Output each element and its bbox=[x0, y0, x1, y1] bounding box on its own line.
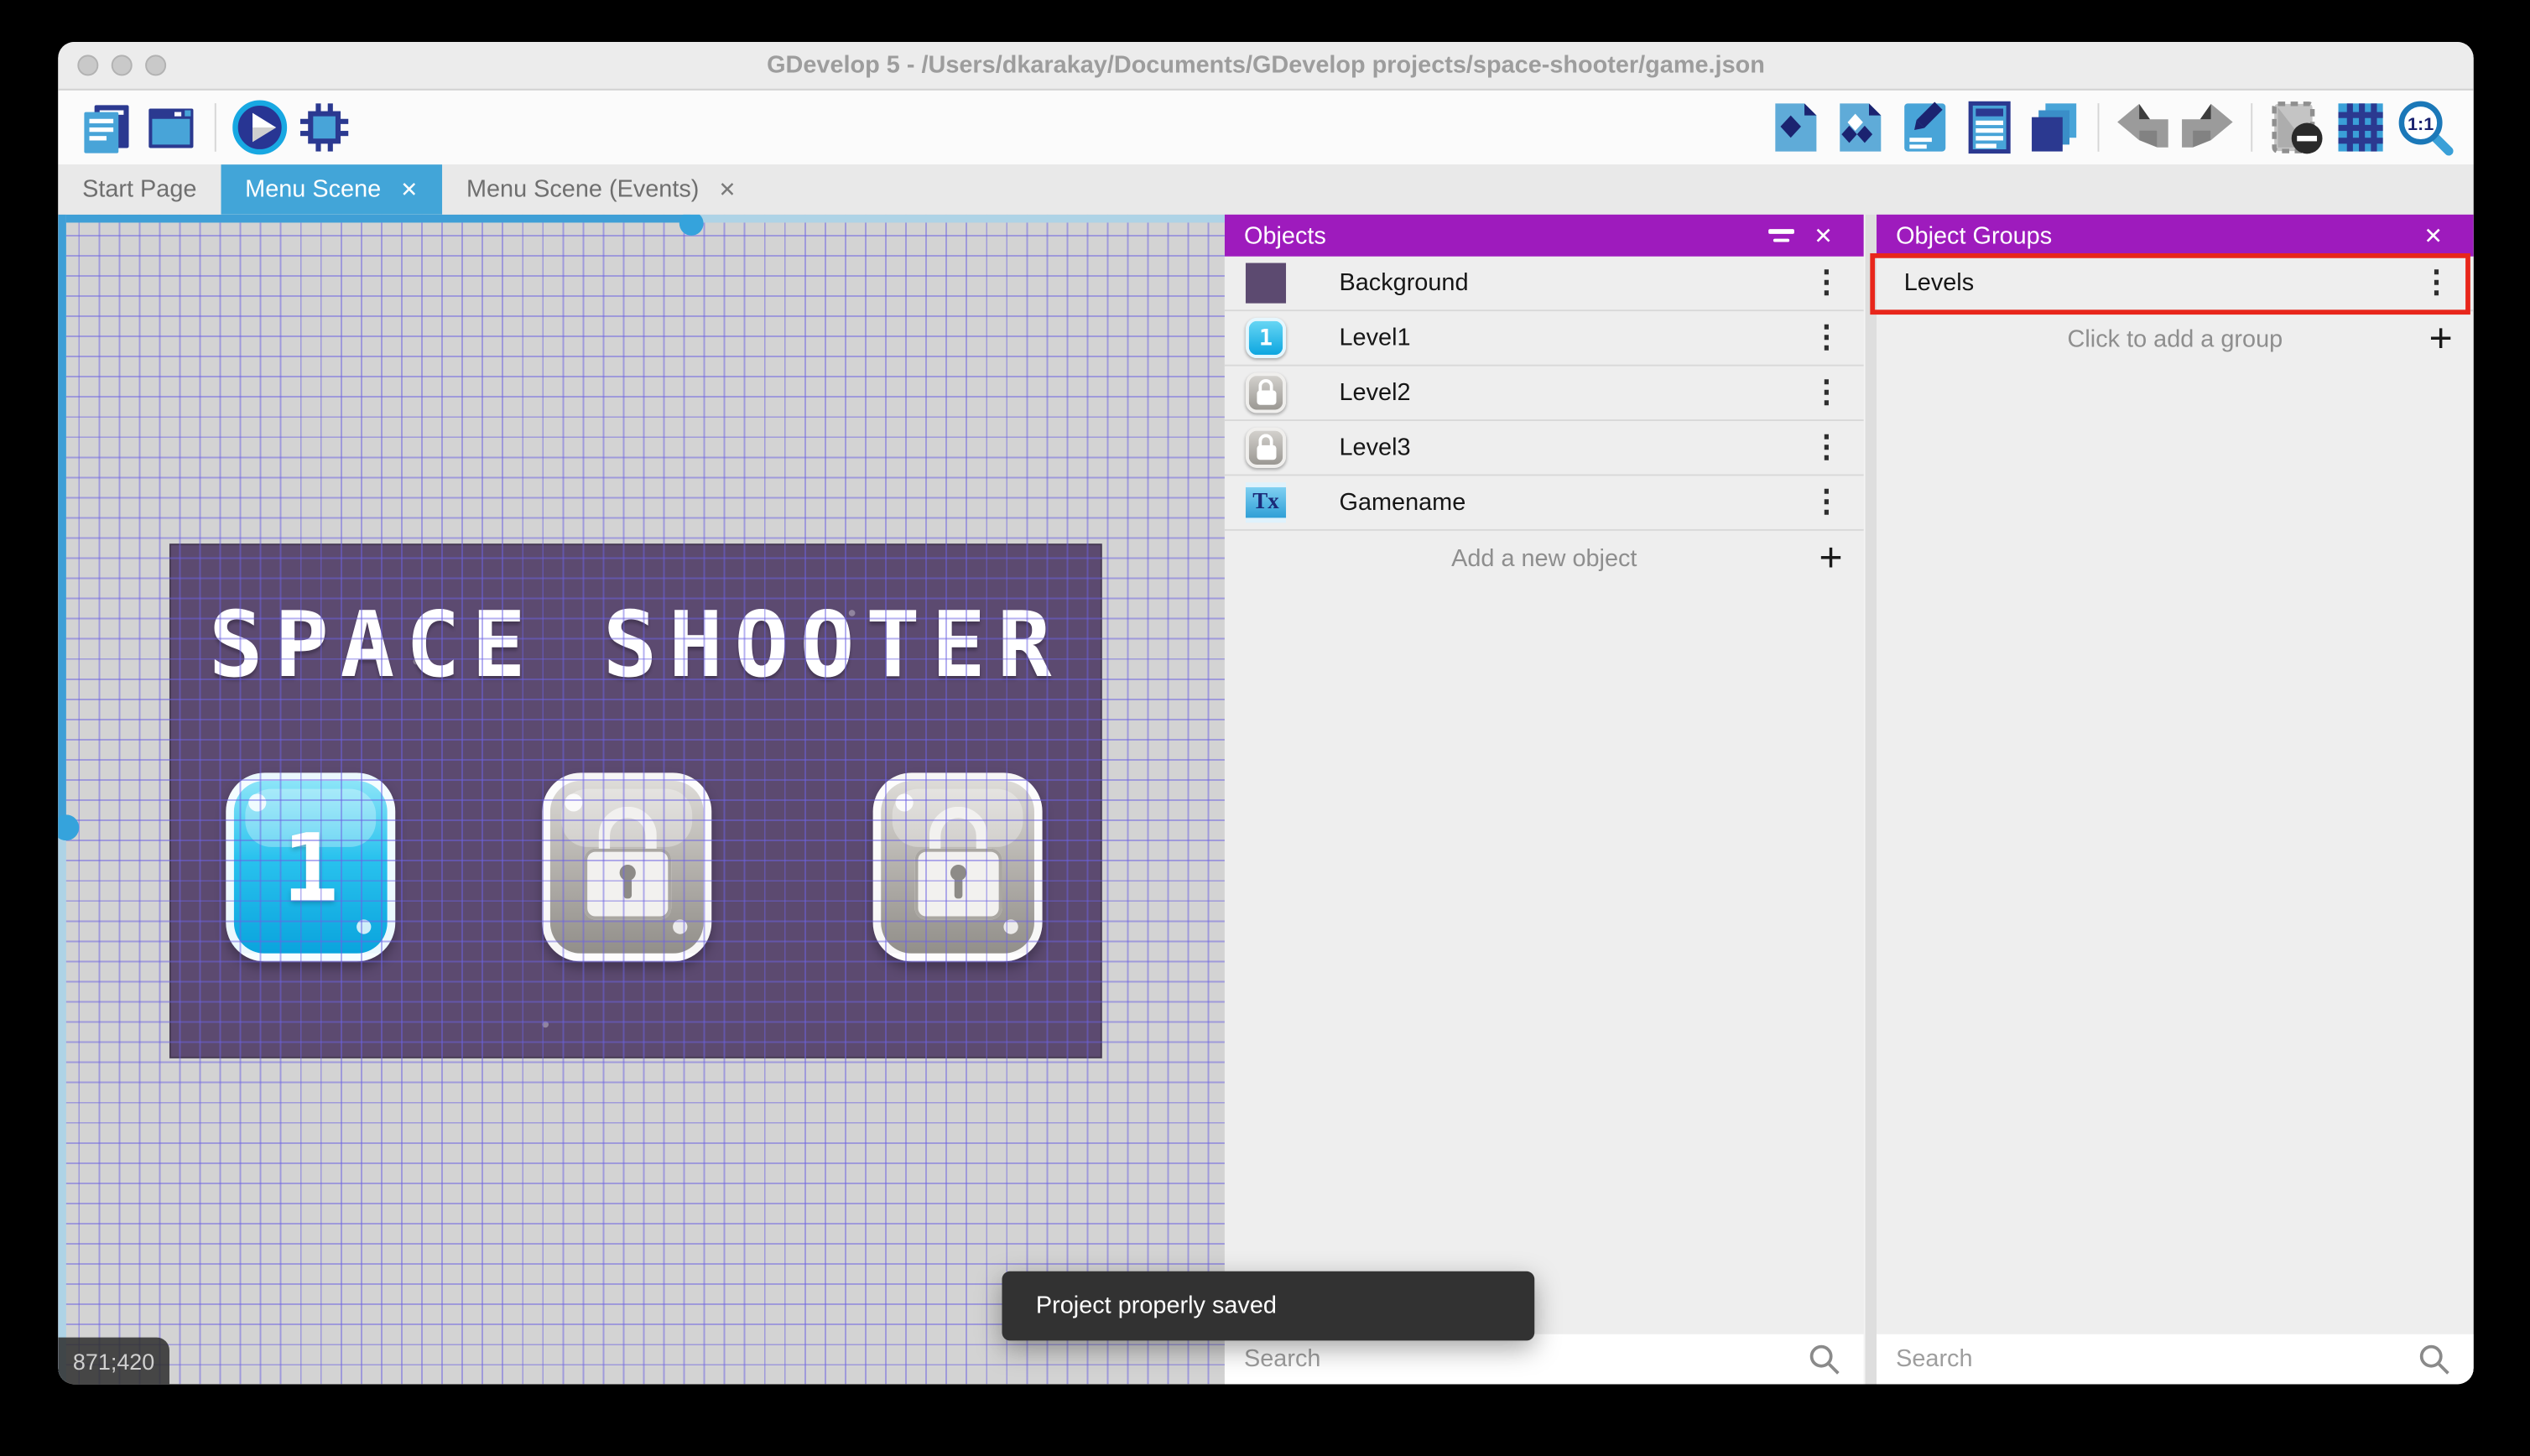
scene-window-icon[interactable] bbox=[138, 95, 203, 159]
level1-number: 1 bbox=[282, 812, 339, 923]
object-groups-panel: Object Groups ✕ Levels ⋮ Click to add a … bbox=[1877, 214, 2474, 1385]
instances-list-icon[interactable] bbox=[1957, 95, 2022, 159]
object-groups-panel-header: Object Groups ✕ bbox=[1877, 214, 2474, 257]
app-window: GDevelop 5 - /Users/dkarakay/Documents/G… bbox=[58, 42, 2474, 1385]
tab-start-page[interactable]: Start Page bbox=[58, 164, 221, 215]
object-row-level2[interactable]: Level2 ⋮ bbox=[1224, 366, 1864, 422]
zoom-label: 1:1 bbox=[2408, 113, 2434, 134]
save-toast: Project properly saved bbox=[1002, 1271, 1535, 1341]
content: SPACE SHOOTER 1 871;420 Objects ✕ Backgr… bbox=[58, 214, 2474, 1385]
object-thumbnail bbox=[1245, 263, 1287, 304]
add-group-label: Click to add a group bbox=[2067, 325, 2283, 353]
objects-panel: Objects ✕ Background ⋮ 1 Level1 ⋮ Level2… bbox=[1224, 214, 1864, 1385]
close-icon[interactable]: ✕ bbox=[1803, 215, 1845, 257]
object-thumbnail: Tx bbox=[1245, 482, 1287, 523]
scene-canvas[interactable]: SPACE SHOOTER 1 871;420 bbox=[58, 214, 1225, 1385]
close-icon[interactable]: ✕ bbox=[718, 179, 736, 200]
level3-button-instance[interactable] bbox=[872, 772, 1043, 962]
objects-panel-header: Objects ✕ bbox=[1224, 214, 1864, 257]
cursor-coordinates-badge: 871;420 bbox=[58, 1337, 169, 1385]
objects-panel-icon[interactable] bbox=[1763, 95, 1828, 159]
group-label: Levels bbox=[1903, 269, 1975, 297]
tab-menu-scene-events[interactable]: Menu Scene (Events) ✕ bbox=[442, 164, 760, 215]
play-icon[interactable] bbox=[227, 95, 292, 159]
group-row-levels[interactable]: Levels ⋮ bbox=[1877, 256, 2474, 312]
add-object-button[interactable]: Add a new object + bbox=[1225, 531, 1864, 585]
tab-label: Menu Scene (Events) bbox=[466, 175, 700, 204]
scene-title-text[interactable]: SPACE SHOOTER bbox=[171, 594, 1101, 699]
level2-button-instance[interactable] bbox=[542, 772, 712, 962]
horizontal-scrollbar[interactable] bbox=[58, 214, 1225, 236]
level1-button-instance[interactable]: 1 bbox=[226, 772, 396, 962]
search-icon bbox=[1809, 1344, 1840, 1374]
titlebar: GDevelop 5 - /Users/dkarakay/Documents/G… bbox=[58, 42, 2474, 91]
add-object-label: Add a new object bbox=[1451, 544, 1637, 572]
filter-icon[interactable] bbox=[1761, 215, 1803, 257]
groups-panel-empty-area bbox=[1877, 367, 2474, 1334]
object-label: Level1 bbox=[1339, 324, 1411, 352]
object-thumbnail: 1 bbox=[1245, 317, 1287, 359]
object-label: Level3 bbox=[1339, 434, 1411, 462]
object-label: Gamename bbox=[1339, 488, 1466, 517]
undo-icon[interactable] bbox=[2111, 95, 2175, 159]
toolbar: 1:1 bbox=[58, 90, 2474, 165]
object-row-background[interactable]: Background ⋮ bbox=[1224, 256, 1864, 312]
tab-label: Menu Scene bbox=[245, 175, 382, 204]
close-icon[interactable]: ✕ bbox=[2413, 215, 2455, 257]
project-manager-icon[interactable] bbox=[74, 95, 138, 159]
toolbar-divider bbox=[2251, 103, 2253, 152]
plus-icon[interactable]: + bbox=[1819, 531, 1843, 585]
horizontal-scrollbar-handle[interactable] bbox=[679, 214, 704, 236]
objects-panel-empty-area bbox=[1225, 585, 1864, 1334]
scene-background-instance[interactable]: SPACE SHOOTER 1 bbox=[169, 543, 1102, 1058]
object-groups-panel-title: Object Groups bbox=[1896, 221, 2053, 250]
vertical-scrollbar[interactable] bbox=[58, 214, 80, 1385]
tabbar: Start Page Menu Scene ✕ Menu Scene (Even… bbox=[58, 164, 2474, 215]
close-icon[interactable]: ✕ bbox=[400, 179, 418, 200]
plus-icon[interactable]: + bbox=[2429, 311, 2453, 366]
kebab-menu-icon[interactable]: ⋮ bbox=[1810, 429, 1842, 466]
lock-icon bbox=[581, 806, 672, 920]
zoom-one-to-one-icon[interactable]: 1:1 bbox=[2393, 95, 2458, 159]
vertical-scrollbar-handle[interactable] bbox=[58, 814, 80, 841]
object-groups-icon[interactable] bbox=[1828, 95, 1892, 159]
objects-panel-title: Objects bbox=[1244, 221, 1326, 250]
kebab-menu-icon[interactable]: ⋮ bbox=[2420, 264, 2452, 301]
redo-icon[interactable] bbox=[2175, 95, 2240, 159]
groups-search-input[interactable] bbox=[1896, 1345, 2416, 1373]
grid-icon[interactable] bbox=[2329, 95, 2393, 159]
tab-label: Start Page bbox=[82, 175, 197, 204]
add-group-button[interactable]: Click to add a group + bbox=[1877, 311, 2474, 366]
object-label: Level2 bbox=[1339, 379, 1411, 407]
kebab-menu-icon[interactable]: ⋮ bbox=[1810, 374, 1842, 411]
window-title: GDevelop 5 - /Users/dkarakay/Documents/G… bbox=[767, 51, 1765, 80]
object-label: Background bbox=[1339, 269, 1469, 297]
search-icon bbox=[2419, 1344, 2449, 1374]
object-thumbnail bbox=[1245, 427, 1287, 468]
kebab-menu-icon[interactable]: ⋮ bbox=[1810, 264, 1842, 301]
objects-search-row bbox=[1224, 1334, 1864, 1385]
object-row-gamename[interactable]: Tx Gamename ⋮ bbox=[1224, 476, 1864, 531]
layers-icon[interactable] bbox=[2022, 95, 2086, 159]
lock-icon bbox=[913, 806, 1003, 920]
toolbar-divider bbox=[2097, 103, 2100, 152]
panel-divider[interactable] bbox=[1863, 214, 1877, 1385]
screen: GDevelop 5 - /Users/dkarakay/Documents/G… bbox=[0, 0, 2530, 1456]
object-thumbnail bbox=[1245, 372, 1287, 413]
debug-icon[interactable] bbox=[292, 95, 357, 159]
objects-search-input[interactable] bbox=[1244, 1345, 1806, 1373]
kebab-menu-icon[interactable]: ⋮ bbox=[1810, 484, 1842, 521]
groups-search-row bbox=[1877, 1334, 2474, 1385]
tab-menu-scene[interactable]: Menu Scene ✕ bbox=[221, 164, 443, 215]
window-mask-icon[interactable] bbox=[2264, 95, 2329, 159]
object-row-level1[interactable]: 1 Level1 ⋮ bbox=[1224, 311, 1864, 367]
object-row-level3[interactable]: Level3 ⋮ bbox=[1224, 421, 1864, 476]
kebab-menu-icon[interactable]: ⋮ bbox=[1810, 320, 1842, 356]
properties-icon[interactable] bbox=[1892, 95, 1957, 159]
toolbar-divider bbox=[214, 103, 216, 152]
